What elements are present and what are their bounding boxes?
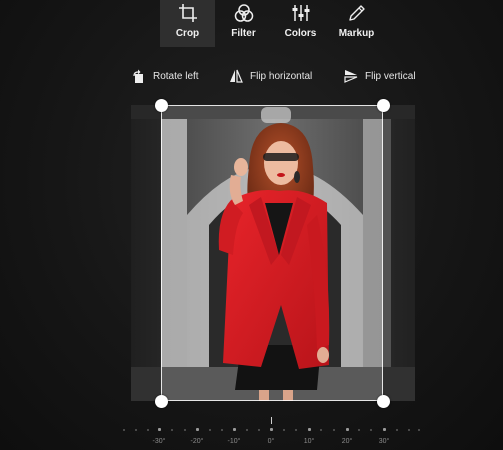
rotation-tick xyxy=(123,429,125,431)
crop-handle-bottom-left[interactable] xyxy=(155,395,168,408)
rotation-label: 20° xyxy=(341,438,353,445)
rotate-left-button[interactable]: Rotate left xyxy=(131,66,199,86)
tab-filter-label: Filter xyxy=(231,28,256,39)
rotation-slider[interactable]: -30° -20° -10° 0° 10° 20° 30° xyxy=(115,412,425,450)
rotation-tick xyxy=(320,429,322,431)
tab-markup[interactable]: Markup xyxy=(329,0,384,47)
flip-vertical-button[interactable]: Flip vertical xyxy=(343,66,416,86)
rotation-tick-major xyxy=(270,428,273,431)
rotation-tick xyxy=(408,429,410,431)
rotation-tick xyxy=(396,429,398,431)
rotation-tick xyxy=(246,429,248,431)
rotation-label: 10° xyxy=(303,438,315,445)
crop-handle-bottom-right[interactable] xyxy=(377,395,390,408)
flip-vertical-label: Flip vertical xyxy=(365,70,416,82)
rotation-tick xyxy=(283,429,285,431)
rotation-tick-major xyxy=(346,428,349,431)
flip-horizontal-icon xyxy=(228,68,244,84)
rotation-tick-major xyxy=(196,428,199,431)
rotate-left-icon xyxy=(131,68,147,84)
rotation-tick xyxy=(147,429,149,431)
rotation-tick xyxy=(333,429,335,431)
rotation-label: 30° xyxy=(378,438,390,445)
rotation-label: -10° xyxy=(227,438,241,445)
flip-horizontal-button[interactable]: Flip horizontal xyxy=(228,66,312,86)
rotation-tick xyxy=(184,429,186,431)
tab-markup-label: Markup xyxy=(338,28,375,39)
tab-colors-label: Colors xyxy=(284,28,317,39)
rotation-tick-major xyxy=(383,428,386,431)
flip-horizontal-label: Flip horizontal xyxy=(250,70,313,82)
crop-handle-top-left[interactable] xyxy=(155,99,168,112)
pen-icon xyxy=(329,3,384,25)
mode-tabs: Crop Filter Colors Markup xyxy=(0,0,503,47)
tab-filter[interactable]: Filter xyxy=(216,0,271,47)
tab-crop[interactable]: Crop xyxy=(160,0,215,47)
flip-vertical-icon xyxy=(343,68,359,84)
rotation-tick xyxy=(171,429,173,431)
rotation-tick xyxy=(358,429,360,431)
rotation-tick xyxy=(221,429,223,431)
rotation-tick xyxy=(258,429,260,431)
crop-handle-top-right[interactable] xyxy=(377,99,390,112)
rotation-tick-major xyxy=(233,428,236,431)
tab-colors[interactable]: Colors xyxy=(273,0,328,47)
crop-frame[interactable] xyxy=(161,105,383,401)
rotation-tick xyxy=(209,429,211,431)
rotation-label: -30° xyxy=(152,438,166,445)
crop-icon xyxy=(160,3,215,25)
colors-sliders-icon xyxy=(273,3,328,25)
rotation-tick xyxy=(135,429,137,431)
rotation-tick-major xyxy=(158,428,161,431)
rotation-pointer xyxy=(271,417,272,424)
rotation-tick xyxy=(295,429,297,431)
rotation-tick xyxy=(418,429,420,431)
crop-outside-left xyxy=(131,105,161,401)
rotation-tick-major xyxy=(308,428,311,431)
rotation-label: 0° xyxy=(267,438,275,445)
tab-crop-label: Crop xyxy=(175,28,200,39)
rotation-tick xyxy=(370,429,372,431)
rotate-left-label: Rotate left xyxy=(153,70,199,82)
rotation-label: -20° xyxy=(190,438,204,445)
filter-icon xyxy=(216,3,271,25)
crop-outside-right xyxy=(383,105,415,401)
